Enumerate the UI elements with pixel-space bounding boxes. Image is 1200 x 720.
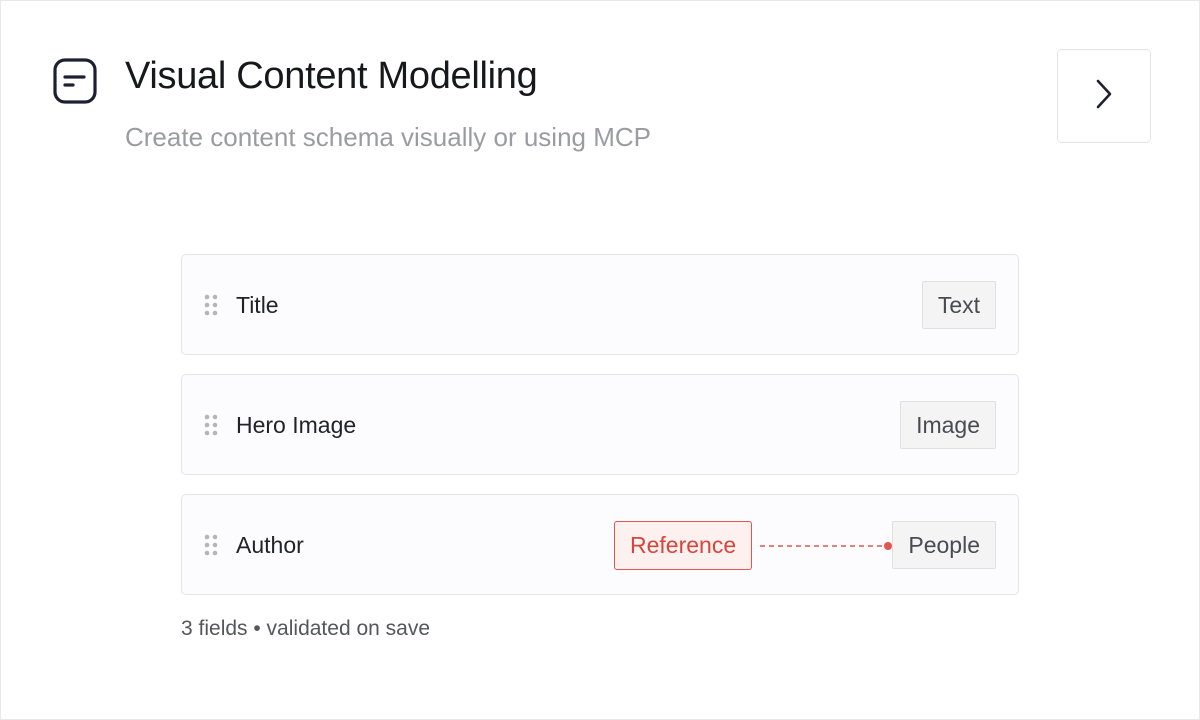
- field-name: Hero Image: [236, 412, 357, 438]
- reference-connector: [758, 539, 898, 551]
- page-subtitle: Create content schema visually or using …: [125, 122, 652, 152]
- chevron-right-icon: [1094, 78, 1114, 115]
- field-name: Author: [236, 532, 304, 558]
- content-model-card: Visual Content Modelling Create content …: [0, 0, 1200, 720]
- drag-handle-icon[interactable]: [204, 414, 218, 436]
- field-type-chip[interactable]: Image: [900, 401, 996, 449]
- drag-handle-icon[interactable]: [204, 534, 218, 556]
- field-row-title[interactable]: Title Text: [181, 254, 1019, 355]
- next-button[interactable]: [1057, 49, 1151, 143]
- reference-chip[interactable]: Reference: [614, 521, 753, 570]
- document-lines-icon: [53, 58, 97, 104]
- field-name: Title: [236, 292, 279, 318]
- field-row-author[interactable]: Author Reference People: [181, 494, 1019, 595]
- field-row-hero-image[interactable]: Hero Image Image: [181, 374, 1019, 475]
- fields-summary: 3 fields • validated on save: [181, 617, 431, 640]
- drag-handle-icon[interactable]: [204, 294, 218, 316]
- page-title: Visual Content Modelling: [125, 55, 538, 97]
- field-type-chip[interactable]: Text: [921, 281, 996, 329]
- field-type-chip[interactable]: People: [892, 521, 996, 569]
